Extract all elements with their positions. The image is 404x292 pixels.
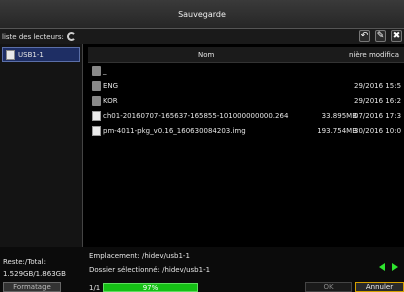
file-row[interactable]: ch01-20160707-165637-165855-101000000000… [88, 109, 404, 123]
progress-label: 97% [142, 283, 159, 292]
file-date: 07/2016 17:3 [354, 112, 402, 120]
page-arrows [379, 263, 398, 271]
column-header-name[interactable]: Nom [198, 51, 214, 59]
file-icon [92, 126, 101, 136]
file-name: KOR [103, 97, 118, 105]
back-icon[interactable]: ↶ [359, 30, 370, 42]
file-list-header: Nom nière modifica [88, 47, 404, 63]
backup-window: Sauvegarde liste des lecteurs: ↶ ✎ ✖ USB… [0, 0, 404, 292]
file-row[interactable]: pm-4011-pkg_v0.16_160630084203.img 193.7… [88, 124, 404, 138]
progress-bar: 97% [103, 283, 198, 292]
file-date: 30/2016 10:0 [354, 127, 402, 135]
page-indicator: 1/1 [89, 284, 101, 292]
file-row[interactable]: ENG 29/2016 15:5 [88, 79, 404, 93]
space-value: 1.529GB/1.863GB [3, 270, 66, 278]
file-icon [92, 111, 101, 121]
file-row[interactable]: _ [88, 64, 404, 78]
file-size: 193.754MB [317, 127, 357, 135]
status-panel: Reste:/Total: 1.529GB/1.863GB Emplacemen… [0, 247, 404, 292]
file-date: 29/2016 16:2 [354, 97, 402, 105]
drive-list: USB1-1 [0, 44, 83, 247]
title-bar: Sauvegarde [0, 0, 404, 29]
toolbar-icons: ↶ ✎ ✖ [359, 30, 402, 42]
pen-icon[interactable]: ✎ [375, 30, 386, 42]
space-label: Reste:/Total: [3, 258, 46, 266]
selected-folder-path: Dossier sélectionné: /hidev/usb1-1 [89, 266, 211, 274]
location-path: Emplacement: /hidev/usb1-1 [89, 252, 190, 260]
folder-icon [92, 96, 101, 106]
refresh-icon[interactable] [66, 32, 76, 41]
file-date: 29/2016 15:5 [354, 82, 402, 90]
close-icon[interactable]: ✖ [391, 30, 402, 42]
drive-list-label: liste des lecteurs: [2, 32, 64, 41]
file-name: ch01-20160707-165637-165855-101000000000… [103, 112, 289, 120]
folder-icon [92, 81, 101, 91]
file-name: ENG [103, 82, 119, 90]
drive-item-label: USB1-1 [18, 50, 44, 59]
column-header-date[interactable]: nière modifica [349, 51, 399, 59]
usb-drive-icon [6, 49, 15, 60]
drive-toolbar: liste des lecteurs: ↶ ✎ ✖ [0, 29, 404, 44]
window-title: Sauvegarde [178, 9, 226, 19]
file-row[interactable]: KOR 29/2016 16:2 [88, 94, 404, 108]
ok-button[interactable]: OK [305, 282, 352, 292]
file-size: 33.895MB [321, 112, 357, 120]
arrow-left-icon[interactable] [379, 263, 385, 271]
file-name: pm-4011-pkg_v0.16_160630084203.img [103, 127, 246, 135]
cancel-button[interactable]: Annuler [355, 282, 404, 292]
arrow-right-icon[interactable] [392, 263, 398, 271]
drive-item-usb1-1[interactable]: USB1-1 [2, 47, 80, 62]
format-button[interactable]: Formatage [3, 282, 61, 292]
folder-icon [92, 66, 101, 76]
file-list: Nom nière modifica _ ENG 29/2016 15:5 KO… [88, 44, 404, 246]
file-name: _ [103, 67, 107, 75]
